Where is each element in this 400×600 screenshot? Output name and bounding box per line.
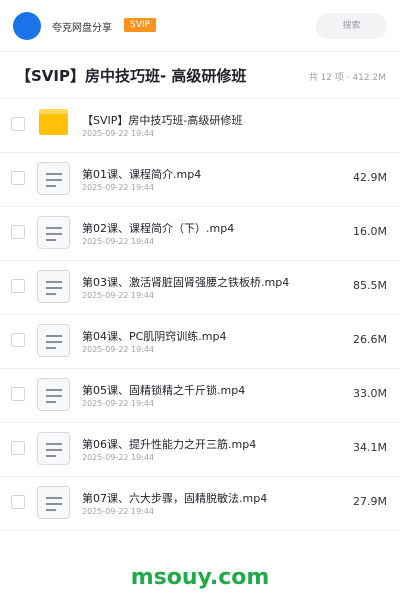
file-date: 2025-09-22 19:44 xyxy=(82,291,155,300)
file-size: 34.1M xyxy=(353,441,387,454)
file-size: 85.5M xyxy=(353,279,387,292)
search-button[interactable]: 搜索 xyxy=(316,13,387,39)
list-item[interactable]: 【SVIP】房中技巧班-高级研修班 2025-09-22 19:44 xyxy=(0,99,400,153)
brand-name: 夸克网盘分享 xyxy=(52,23,112,34)
file-name: 第07课、六大步骤，固精脱敏法.mp4 xyxy=(82,492,268,505)
document-icon xyxy=(37,486,70,519)
watermark: msouy.com xyxy=(130,565,270,590)
list-item[interactable]: 第07课、六大步骤，固精脱敏法.mp4 2025-09-22 19:44 27.… xyxy=(0,477,400,531)
avatar[interactable] xyxy=(13,12,41,40)
row-checkbox[interactable] xyxy=(11,495,25,509)
document-icon xyxy=(37,162,70,195)
file-size: 33.0M xyxy=(353,387,387,400)
row-checkbox[interactable] xyxy=(11,333,25,347)
document-icon xyxy=(37,270,70,303)
list-item[interactable]: 第06课、提升性能力之开三筋.mp4 2025-09-22 19:44 34.1… xyxy=(0,423,400,477)
file-name: 第05课、固精锁精之千斤锁.mp4 xyxy=(82,384,246,397)
page-title: 【SVIP】房中技巧班- 高级研修班 xyxy=(16,67,247,85)
file-name: 第04课、PC肌阴窍训练.mp4 xyxy=(82,330,227,343)
folder-title-bar: 【SVIP】房中技巧班- 高级研修班 共 12 项 · 412.2M xyxy=(0,53,400,99)
top-header: 夸克网盘分享 SVIP 搜索 xyxy=(0,0,400,52)
file-date: 2025-09-22 19:44 xyxy=(82,129,155,138)
file-date: 2025-09-22 19:44 xyxy=(82,183,155,192)
file-date: 2025-09-22 19:44 xyxy=(82,237,155,246)
document-icon xyxy=(37,432,70,465)
file-list: 【SVIP】房中技巧班-高级研修班 2025-09-22 19:44 第01课、… xyxy=(0,99,400,531)
row-checkbox[interactable] xyxy=(11,387,25,401)
list-item[interactable]: 第03课、激活肾脏固肾强腰之铁板桥.mp4 2025-09-22 19:44 8… xyxy=(0,261,400,315)
file-size: 16.0M xyxy=(353,225,387,238)
folder-meta: 共 12 项 · 412.2M xyxy=(308,73,386,83)
file-size: 26.6M xyxy=(353,333,387,346)
list-item[interactable]: 第01课、课程简介.mp4 2025-09-22 19:44 42.9M xyxy=(0,153,400,207)
document-icon xyxy=(37,324,70,357)
file-date: 2025-09-22 19:44 xyxy=(82,507,155,516)
file-date: 2025-09-22 19:44 xyxy=(82,345,155,354)
list-item[interactable]: 第02课、课程简介（下）.mp4 2025-09-22 19:44 16.0M xyxy=(0,207,400,261)
document-icon xyxy=(37,378,70,411)
row-checkbox[interactable] xyxy=(11,441,25,455)
file-name: 【SVIP】房中技巧班-高级研修班 xyxy=(82,114,243,127)
list-item[interactable]: 第05课、固精锁精之千斤锁.mp4 2025-09-22 19:44 33.0M xyxy=(0,369,400,423)
row-checkbox[interactable] xyxy=(11,117,25,131)
list-item[interactable]: 第04课、PC肌阴窍训练.mp4 2025-09-22 19:44 26.6M xyxy=(0,315,400,369)
document-icon xyxy=(37,216,70,249)
file-date: 2025-09-22 19:44 xyxy=(82,399,155,408)
row-checkbox[interactable] xyxy=(11,171,25,185)
row-checkbox[interactable] xyxy=(11,225,25,239)
file-name: 第02课、课程简介（下）.mp4 xyxy=(82,222,235,235)
folder-icon xyxy=(39,109,68,135)
file-date: 2025-09-22 19:44 xyxy=(82,453,155,462)
row-checkbox[interactable] xyxy=(11,279,25,293)
file-size: 42.9M xyxy=(353,171,387,184)
file-name: 第03课、激活肾脏固肾强腰之铁板桥.mp4 xyxy=(82,276,290,289)
file-size: 27.9M xyxy=(353,495,387,508)
file-name: 第01课、课程简介.mp4 xyxy=(82,168,202,181)
vip-badge: SVIP xyxy=(124,18,156,32)
file-name: 第06课、提升性能力之开三筋.mp4 xyxy=(82,438,257,451)
